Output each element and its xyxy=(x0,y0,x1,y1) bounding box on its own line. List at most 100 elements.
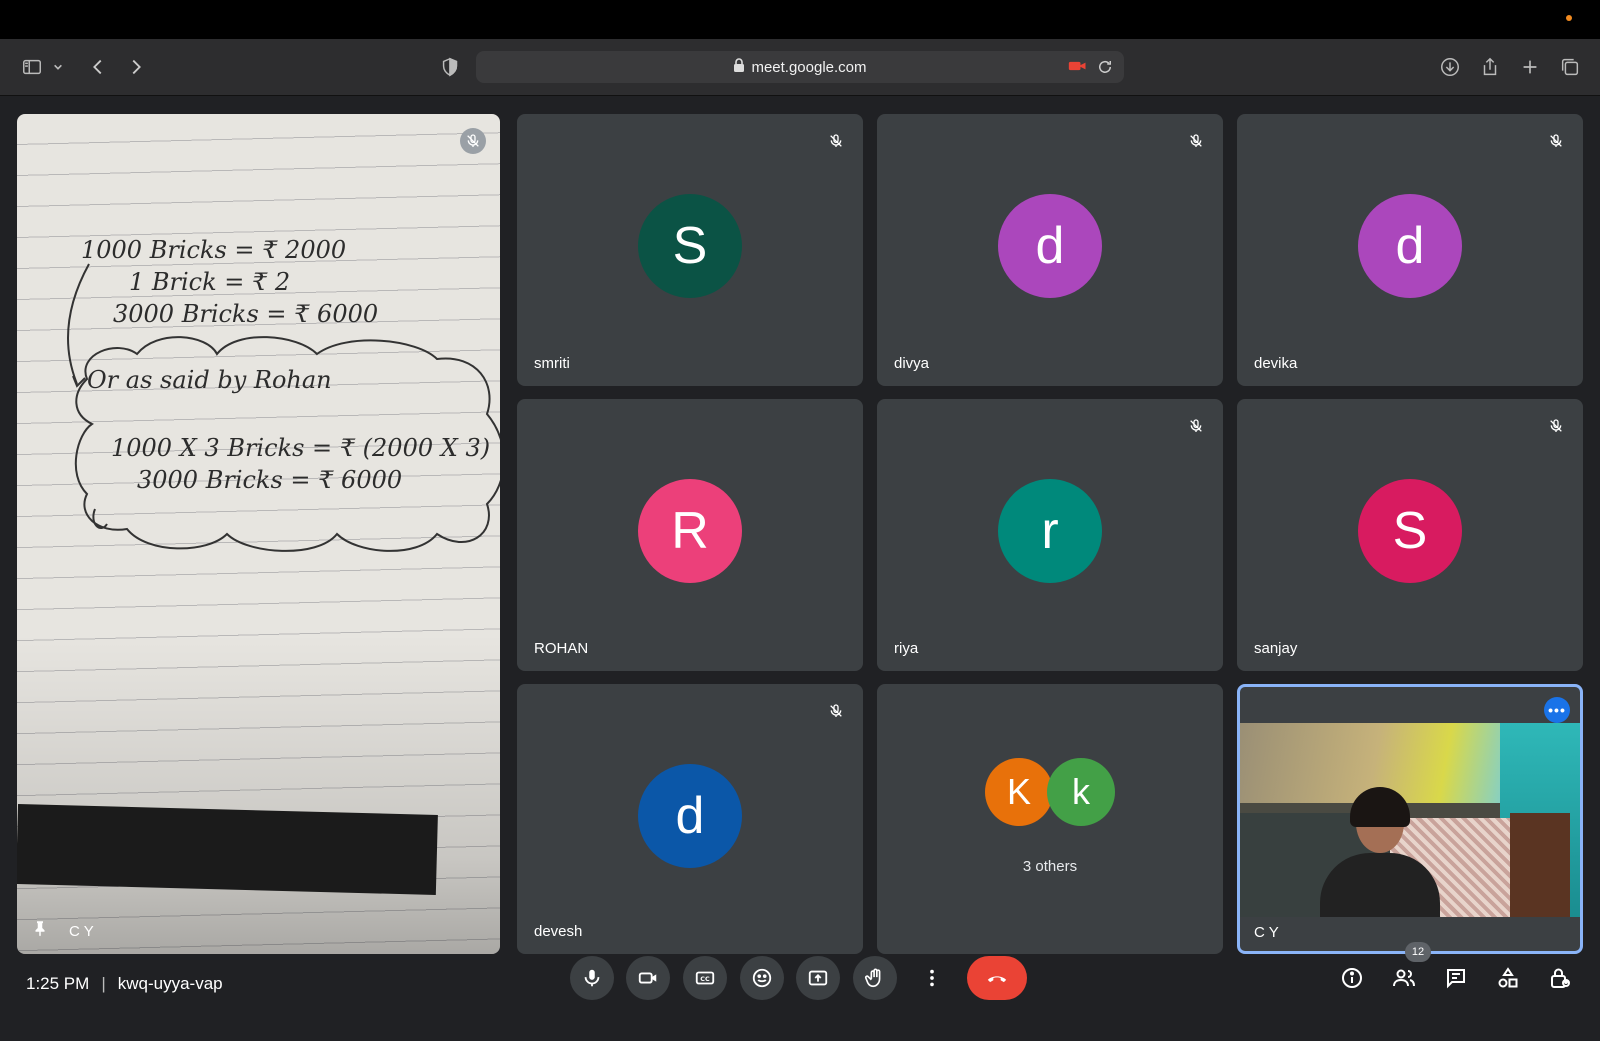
people-icon xyxy=(1393,969,1415,987)
avatar: S xyxy=(1358,479,1462,583)
more-options-icon[interactable]: ••• xyxy=(1544,697,1570,723)
raise-hand-button[interactable] xyxy=(853,956,897,1000)
tab-overview-icon[interactable] xyxy=(1556,53,1584,81)
sidebar-toggle-icon[interactable] xyxy=(18,53,46,81)
avatar: r xyxy=(998,479,1102,583)
mic-icon xyxy=(584,969,600,987)
present-screen-icon xyxy=(808,970,828,986)
participant-tile-sanjay[interactable]: S sanjay xyxy=(1237,399,1583,671)
note-line-1: 1000 Bricks = ₹ 2000 xyxy=(81,236,347,264)
mic-off-icon xyxy=(823,698,849,724)
camera-in-use-icon[interactable] xyxy=(1068,58,1088,79)
mic-off-icon xyxy=(1183,413,1209,439)
avatar: S xyxy=(638,194,742,298)
chevron-down-icon[interactable] xyxy=(48,53,68,81)
reactions-button[interactable] xyxy=(740,956,784,1000)
meeting-code[interactable]: kwq-uyya-vap xyxy=(118,974,223,994)
person-hair xyxy=(1350,787,1410,827)
mic-off-icon xyxy=(460,128,486,154)
participant-tile-devesh[interactable]: d devesh xyxy=(517,684,863,954)
meeting-info: 1:25 PM | kwq-uyya-vap xyxy=(26,974,223,994)
lock-person-icon xyxy=(1551,968,1570,988)
participant-count-badge: 12 xyxy=(1405,942,1431,962)
note-line-6: 3000 Bricks = ₹ 6000 xyxy=(137,466,403,494)
shapes-icon xyxy=(1498,967,1518,988)
download-icon[interactable] xyxy=(1436,53,1464,81)
note-line-2: 1 Brick = ₹ 2 xyxy=(129,268,291,296)
more-options-button[interactable] xyxy=(910,956,954,1000)
host-controls-button[interactable] xyxy=(1544,962,1576,994)
closed-captions-icon: CC xyxy=(695,971,715,985)
note-line-4: Or as said by Rohan xyxy=(87,366,332,394)
others-tile[interactable]: K k 3 others xyxy=(877,684,1223,954)
lock-icon xyxy=(733,57,745,77)
participant-tile-divya[interactable]: d divya xyxy=(877,114,1223,386)
avatar: K xyxy=(985,758,1053,826)
meeting-time: 1:25 PM xyxy=(26,974,90,993)
chat-button[interactable] xyxy=(1440,962,1472,994)
mic-off-icon xyxy=(823,128,849,154)
url-text: meet.google.com xyxy=(751,58,867,76)
status-dot xyxy=(1566,15,1572,21)
participant-name: riya xyxy=(894,640,919,657)
forward-icon[interactable] xyxy=(122,53,150,81)
back-icon[interactable] xyxy=(84,53,112,81)
participant-name: devesh xyxy=(534,923,583,940)
self-name: C Y xyxy=(1254,924,1279,941)
hang-up-icon xyxy=(987,976,1007,983)
more-vert-icon xyxy=(930,969,934,987)
avatar: d xyxy=(1358,194,1462,298)
door xyxy=(1510,813,1570,917)
participant-name: ROHAN xyxy=(534,640,589,657)
control-bar: 1:25 PM | kwq-uyya-vap CC 12 xyxy=(0,942,1600,1041)
svg-text:CC: CC xyxy=(700,975,710,983)
participant-name: divya xyxy=(894,355,930,372)
participant-name: devika xyxy=(1254,355,1298,372)
leave-call-button[interactable] xyxy=(967,956,1027,1000)
mic-off-icon xyxy=(1543,128,1569,154)
participant-tile-smriti[interactable]: S smriti xyxy=(517,114,863,386)
reload-icon[interactable] xyxy=(1096,58,1114,81)
self-tile[interactable]: ••• C Y xyxy=(1237,684,1583,954)
info-icon xyxy=(1342,968,1362,988)
browser-toolbar: meet.google.com xyxy=(0,39,1600,96)
participant-tile-riya[interactable]: r riya xyxy=(877,399,1223,671)
note-line-5: 1000 X 3 Bricks = ₹ (2000 X 3) xyxy=(111,434,491,462)
note-line-3: 3000 Bricks = ₹ 6000 xyxy=(113,300,379,328)
self-video xyxy=(1240,723,1580,917)
person-body xyxy=(1320,853,1440,917)
emoji-icon xyxy=(752,968,772,988)
activities-button[interactable] xyxy=(1492,962,1524,994)
participant-tile-devika[interactable]: d devika xyxy=(1237,114,1583,386)
meeting-details-button[interactable] xyxy=(1336,962,1368,994)
video-icon xyxy=(638,972,657,984)
others-count: 3 others xyxy=(1022,858,1078,875)
hand-icon xyxy=(865,968,881,988)
share-icon[interactable] xyxy=(1476,53,1504,81)
shield-icon[interactable] xyxy=(436,53,464,81)
avatar: k xyxy=(1047,758,1115,826)
captions-button[interactable]: CC xyxy=(683,956,727,1000)
chat-icon xyxy=(1447,969,1465,989)
mic-off-icon xyxy=(1543,413,1569,439)
presenter-tile[interactable]: 1000 Bricks = ₹ 2000 1 Brick = ₹ 2 3000 … xyxy=(17,114,500,954)
mic-off-icon xyxy=(1183,128,1209,154)
present-button[interactable] xyxy=(796,956,840,1000)
participant-name: smriti xyxy=(534,355,570,372)
avatar: R xyxy=(638,479,742,583)
participant-tile-rohan[interactable]: R ROHAN xyxy=(517,399,863,671)
meeting-grid: 1000 Bricks = ₹ 2000 1 Brick = ₹ 2 3000 … xyxy=(0,96,1600,956)
separator: | xyxy=(101,974,106,993)
participant-name: sanjay xyxy=(1254,640,1298,657)
system-top-bar xyxy=(0,0,1600,39)
microphone-button[interactable] xyxy=(570,956,614,1000)
people-button[interactable] xyxy=(1388,962,1420,994)
person xyxy=(1320,787,1440,917)
address-bar[interactable]: meet.google.com xyxy=(476,51,1124,83)
pin-icon[interactable] xyxy=(31,919,49,942)
new-tab-icon[interactable] xyxy=(1516,53,1544,81)
avatar: d xyxy=(638,764,742,868)
presenter-name: C Y xyxy=(69,923,94,940)
camera-button[interactable] xyxy=(626,956,670,1000)
avatar: d xyxy=(998,194,1102,298)
